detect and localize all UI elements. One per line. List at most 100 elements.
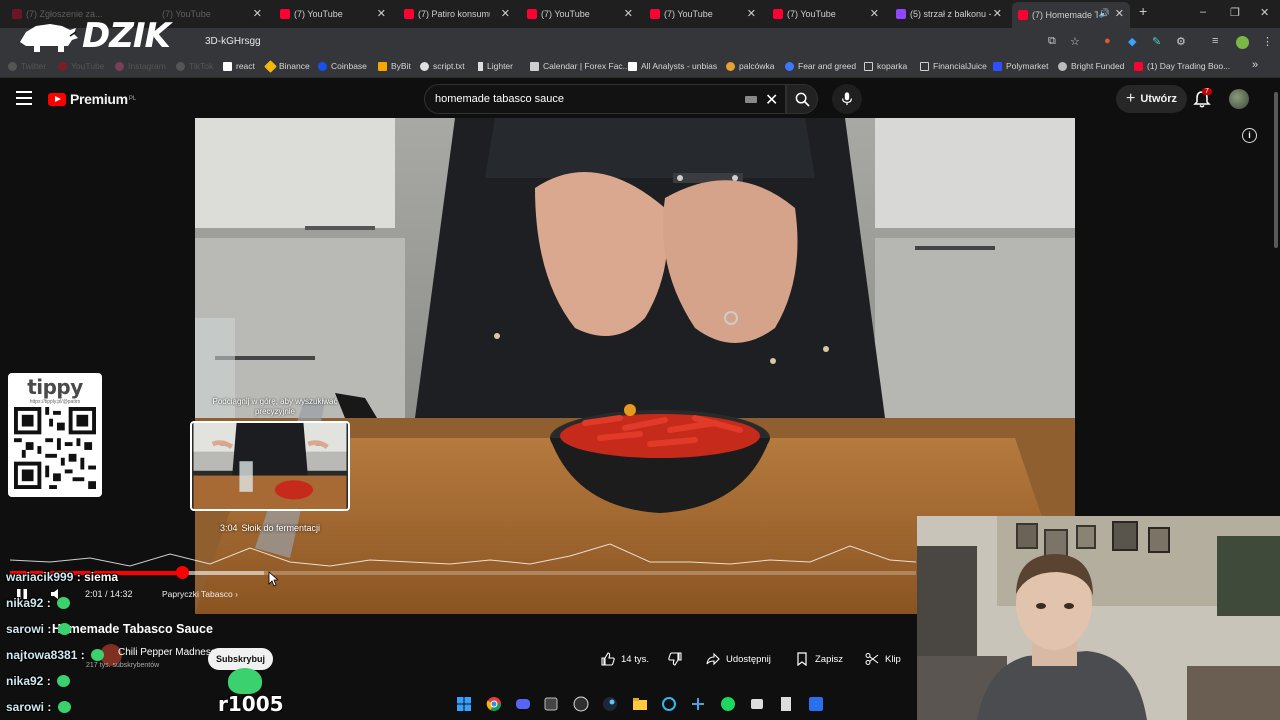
bookmark-label: react: [236, 61, 255, 71]
close-tab-icon[interactable]: ✕: [747, 7, 756, 20]
bookmark-star-icon[interactable]: ☆: [1070, 35, 1080, 48]
bookmark-item[interactable]: Lighter: [478, 61, 513, 71]
search-box[interactable]: ✕: [424, 84, 786, 114]
chapter-button[interactable]: Papryczki Tabasco ›: [162, 589, 238, 599]
app-icon[interactable]: [543, 696, 559, 712]
bookmark-item[interactable]: Binance: [264, 59, 310, 73]
close-tab-icon[interactable]: ✕: [870, 7, 879, 20]
tab-label: (7) YouTube: [787, 9, 836, 19]
notepad-icon[interactable]: [778, 696, 794, 712]
browser-tab[interactable]: (7) Patiro konsumuje ✕: [398, 4, 516, 24]
youtube-favicon-icon: [773, 9, 783, 19]
browser-tab[interactable]: (7) YouTube ✕: [644, 4, 762, 24]
bookmark-item[interactable]: Instagram: [115, 61, 166, 71]
obs-icon[interactable]: [573, 696, 589, 712]
account-avatar[interactable]: [1229, 89, 1249, 109]
chat-message: najtowa8381 :: [6, 648, 105, 662]
refresh-app-icon[interactable]: [661, 696, 677, 712]
close-tab-icon[interactable]: ✕: [501, 7, 510, 20]
bookmark-item[interactable]: Calendar | Forex Fac...: [530, 61, 630, 71]
dislike-button[interactable]: [668, 647, 688, 671]
youtube-logo[interactable]: Premium PL: [48, 91, 136, 107]
extension-fox-icon[interactable]: ●: [1104, 35, 1111, 47]
bookmark-item[interactable]: ByBit: [378, 61, 411, 71]
browser-tab[interactable]: (7) YouTube ✕: [767, 4, 885, 24]
close-tab-icon[interactable]: ✕: [624, 7, 633, 20]
close-window-icon[interactable]: ✕: [1260, 6, 1269, 19]
youtube-favicon-icon: [1018, 10, 1028, 20]
browser-tab[interactable]: (7) YouTube ✕: [274, 4, 392, 24]
more-bookmarks-icon[interactable]: »: [1252, 59, 1258, 71]
bookmark-item[interactable]: (1) Day Trading Boo...: [1134, 61, 1230, 71]
bookmark-item[interactable]: koparka: [864, 61, 907, 71]
network-app-icon[interactable]: [690, 696, 706, 712]
binance-icon: [264, 59, 277, 73]
media-controls-icon[interactable]: ≡: [1212, 35, 1218, 47]
page-scrollbar-thumb[interactable]: [1274, 92, 1278, 248]
bookmark-item[interactable]: Polymarket: [993, 61, 1049, 71]
bookmark-item[interactable]: All Analysts - unbias: [628, 61, 717, 71]
search-input[interactable]: [435, 93, 735, 105]
hamburger-menu-icon[interactable]: [16, 91, 32, 105]
extension-teal-icon[interactable]: ✎: [1152, 35, 1161, 48]
search-button[interactable]: [786, 84, 818, 114]
bookmark-label: Calendar | Forex Fac...: [543, 61, 630, 71]
chrome-icon[interactable]: [486, 696, 502, 712]
video-progress-bar[interactable]: [10, 571, 916, 575]
extension-blue-icon[interactable]: ◆: [1128, 35, 1136, 48]
bookmark-item[interactable]: Fear and greed: [785, 61, 856, 71]
bookmark-item[interactable]: Coinbase: [318, 61, 367, 71]
profile-avatar-icon[interactable]: [1236, 36, 1249, 49]
install-app-icon[interactable]: ⧉: [1048, 35, 1056, 48]
bookmark-item[interactable]: YouTube: [58, 61, 104, 71]
close-tab-icon[interactable]: ✕: [377, 7, 386, 20]
minimize-window-icon[interactable]: –: [1200, 6, 1206, 18]
channel-name[interactable]: Chili Pepper Madness: [118, 647, 216, 658]
create-button[interactable]: + Utwórz: [1116, 85, 1188, 113]
browser-tab-active[interactable]: (7) Homemade T 🔊 ✕: [1012, 2, 1130, 28]
region-code: PL: [128, 96, 137, 102]
file-explorer-icon[interactable]: [632, 696, 648, 712]
extensions-puzzle-icon[interactable]: ⚙: [1176, 35, 1186, 48]
bookmark-item[interactable]: react: [223, 61, 255, 71]
subscribe-button[interactable]: Subskrybuj: [208, 648, 274, 670]
progress-scrubber-handle[interactable]: [176, 566, 190, 579]
url-text[interactable]: 3D-kGHrsgg: [205, 36, 261, 47]
bookmark-item[interactable]: FinancialJuice: [920, 61, 987, 71]
media-app-icon[interactable]: [749, 696, 765, 712]
folder-icon: [864, 61, 873, 71]
clip-button[interactable]: Klip: [865, 647, 901, 671]
like-button[interactable]: 14 tys.: [601, 647, 649, 671]
windows-start-icon[interactable]: [456, 696, 472, 712]
voice-search-button[interactable]: [832, 84, 862, 114]
clear-search-icon[interactable]: ✕: [765, 90, 778, 110]
share-button[interactable]: Udostępnij: [706, 647, 771, 671]
bookmark-item[interactable]: palcówka: [726, 61, 774, 71]
chat-username: wariacik999: [6, 570, 74, 584]
browser-tab[interactable]: (5) strzał z balkonu - ✕: [890, 4, 1008, 24]
youtube-play-icon: [48, 92, 66, 106]
restore-window-icon[interactable]: ❐: [1230, 6, 1240, 19]
keyboard-icon[interactable]: [745, 96, 757, 103]
bookmark-item[interactable]: Bright Funded: [1058, 61, 1124, 71]
close-tab-icon[interactable]: ✕: [253, 7, 262, 20]
new-tab-icon[interactable]: +: [1139, 3, 1147, 19]
audio-playing-icon[interactable]: 🔊: [1099, 8, 1110, 19]
bookmark-item[interactable]: script.txt: [420, 61, 465, 71]
twitch-favicon-icon: [896, 9, 906, 19]
steam-icon[interactable]: [602, 696, 618, 712]
vscode-icon[interactable]: [808, 696, 824, 712]
address-bar[interactable]: 3D-kGHrsgg ⧉ ☆ ● ◆ ✎ ⚙ ≡ ⋮: [0, 28, 1280, 56]
bookmark-label: ByBit: [391, 61, 411, 71]
browser-tab[interactable]: (7) YouTube ✕: [521, 4, 639, 24]
save-button[interactable]: Zapisz: [795, 647, 843, 671]
video-info-icon[interactable]: i: [1242, 128, 1257, 143]
discord-icon[interactable]: [515, 696, 531, 712]
close-tab-icon[interactable]: ✕: [993, 7, 1002, 20]
browser-menu-icon[interactable]: ⋮: [1262, 35, 1273, 48]
close-tab-icon[interactable]: ✕: [1115, 7, 1124, 20]
spotify-icon[interactable]: [720, 696, 736, 712]
browser-tab[interactable]: (7) YouTube ✕: [156, 4, 268, 24]
bookmark-item[interactable]: TikTok: [176, 61, 213, 71]
bookmark-item[interactable]: Twitter: [8, 61, 46, 71]
